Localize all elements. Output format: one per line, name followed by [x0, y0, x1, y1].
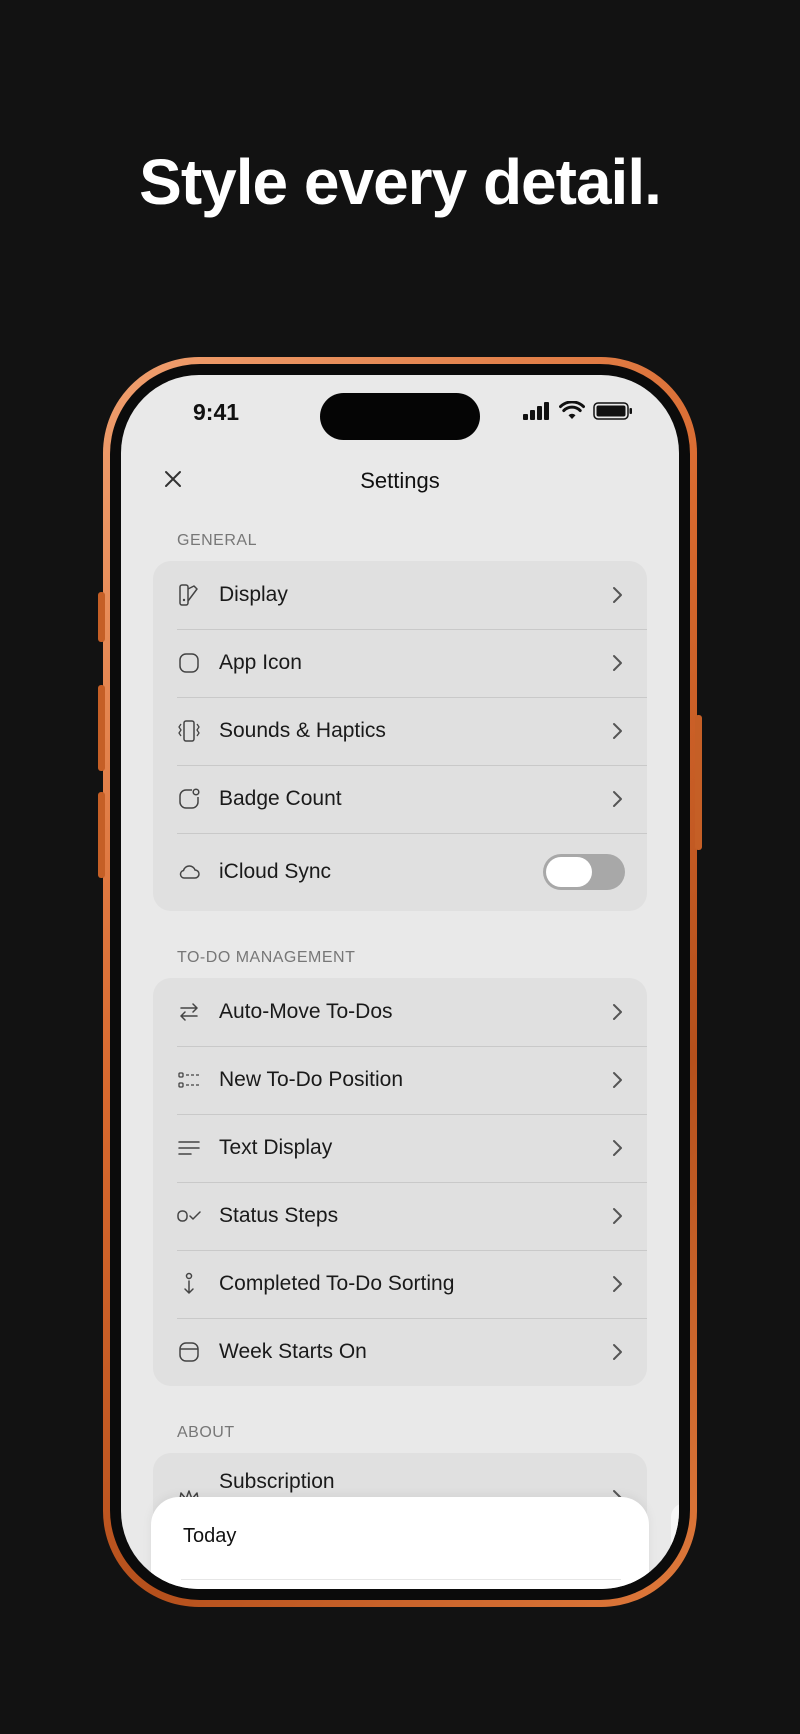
row-label: New To-Do Position [219, 1068, 404, 1091]
row-completed-sorting[interactable]: Completed To-Do Sorting [153, 1250, 647, 1318]
row-label: Status Steps [219, 1204, 339, 1227]
headline: Style every detail. [139, 146, 662, 218]
row-text-display[interactable]: Text Display [153, 1114, 647, 1182]
haptics-icon [178, 720, 200, 742]
volume-down-button [98, 792, 105, 878]
sheet-label-today[interactable]: Today [183, 1525, 236, 1548]
row-sounds-haptics[interactable]: Sounds & Haptics [153, 697, 647, 765]
wifi-icon [559, 401, 585, 419]
volume-up-button [98, 685, 105, 771]
row-label: Completed To-Do Sorting [219, 1272, 455, 1295]
display-palette-icon [179, 584, 198, 606]
row-label: Week Starts On [219, 1340, 367, 1363]
row-label: iCloud Sync [219, 860, 332, 883]
next-sheet-edge [671, 1503, 679, 1589]
row-label: Auto-Move To-Dos [219, 1000, 393, 1023]
row-auto-move[interactable]: Auto-Move To-Dos [153, 978, 647, 1046]
section-label-todo-management: TO-DO MANAGEMENT [177, 949, 356, 966]
badge-icon [179, 788, 200, 809]
chevron-right-icon [613, 1208, 622, 1224]
chevron-right-icon [613, 1072, 622, 1088]
page-title: Settings [360, 468, 440, 493]
action-button [98, 592, 105, 642]
row-new-todo-position[interactable]: New To-Do Position [153, 1046, 647, 1114]
sort-down-icon [184, 1272, 194, 1294]
section-label-general: GENERAL [177, 532, 257, 549]
text-lines-icon [178, 1141, 200, 1155]
chevron-right-icon [613, 1276, 622, 1292]
chevron-right-icon [613, 587, 622, 603]
phone-screen: 9:41 Settings GENERAL Display App Icon S… [121, 375, 679, 1589]
cellular-signal-icon [523, 401, 549, 420]
group-general: Display App Icon Sounds & Haptics Badge … [153, 561, 647, 911]
row-icloud-sync: iCloud Sync [153, 833, 647, 911]
chevron-right-icon [613, 723, 622, 739]
row-week-starts-on[interactable]: Week Starts On [153, 1318, 647, 1386]
row-label: Badge Count [219, 787, 342, 810]
bottom-sheet[interactable]: Today [151, 1497, 649, 1589]
row-display[interactable]: Display [153, 561, 647, 629]
section-label-about: ABOUT [177, 1424, 235, 1441]
battery-icon [593, 401, 632, 420]
app-icon-icon [179, 653, 199, 673]
list-position-icon [178, 1072, 199, 1088]
dynamic-island [320, 393, 480, 440]
chevron-right-icon [613, 1004, 622, 1020]
row-badge-count[interactable]: Badge Count [153, 765, 647, 833]
status-time: 9:41 [193, 399, 240, 425]
calendar-icon [179, 1342, 199, 1362]
cloud-icon [179, 865, 200, 879]
row-label: App Icon [219, 651, 302, 674]
row-status-steps[interactable]: Status Steps [153, 1182, 647, 1250]
chevron-right-icon [613, 791, 622, 807]
status-icons [523, 401, 633, 420]
chevron-right-icon [613, 1344, 622, 1360]
arrows-swap-icon [180, 1003, 198, 1021]
row-label: Text Display [219, 1136, 333, 1159]
row-label: Display [219, 583, 288, 606]
row-app-icon[interactable]: App Icon [153, 629, 647, 697]
group-todo-management: Auto-Move To-Dos New To-Do Position Text… [153, 978, 647, 1386]
chevron-right-icon [613, 1140, 622, 1156]
sheet-divider [181, 1579, 621, 1580]
row-label: Sounds & Haptics [219, 719, 386, 742]
row-label: Subscription [219, 1470, 335, 1493]
status-steps-icon [177, 1210, 201, 1222]
power-button [695, 715, 702, 850]
chevron-right-icon [613, 655, 622, 671]
icloud-sync-toggle[interactable] [543, 854, 625, 890]
